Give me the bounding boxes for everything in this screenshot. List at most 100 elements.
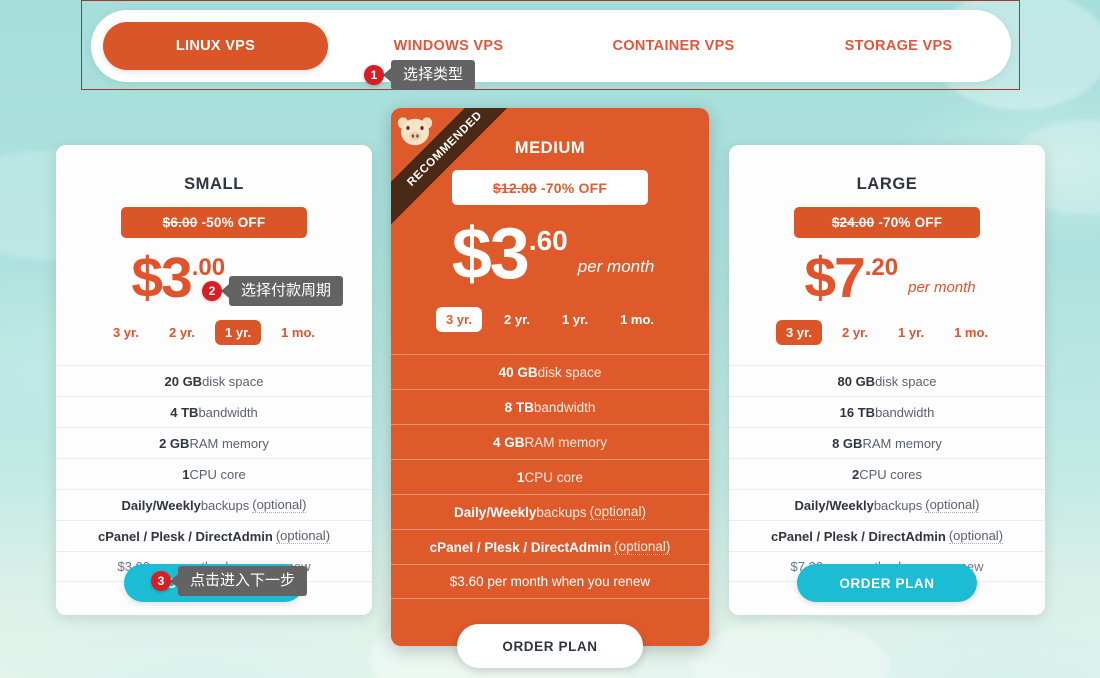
feature-value: Daily/Weekly	[121, 497, 201, 513]
feature-row: 40 GB disk space	[391, 354, 709, 389]
feature-value: 4 TB	[170, 404, 199, 420]
old-price: $24.00	[831, 215, 875, 230]
plan-card-medium: RECOMMENDED MEDIUM $12.00 -70% OFF $3 .6…	[391, 108, 709, 668]
plan-title-small: SMALL	[184, 175, 244, 193]
discount-banner-medium: $12.00 -70% OFF	[452, 170, 648, 205]
feature-row: Daily/Weekly backups (optional)	[56, 489, 372, 520]
feature-row: cPanel / Plesk / DirectAdmin (optional)	[391, 529, 709, 564]
feature-value: 16 TB	[839, 404, 876, 420]
order-plan-button-large[interactable]: ORDER PLAN	[797, 564, 977, 602]
old-price: $6.00	[162, 215, 198, 230]
price-period-label: per month	[235, 279, 303, 296]
feature-list-medium: 40 GB disk space 8 TB bandwidth 4 GB RAM…	[391, 354, 709, 600]
feature-list-large: 80 GB disk space 16 TB bandwidth 8 GB RA…	[729, 365, 1045, 583]
optional-tag[interactable]: (optional)	[252, 497, 307, 514]
feature-label: RAM memory	[862, 435, 942, 451]
feature-label: disk space	[875, 373, 937, 389]
feature-label: backups	[536, 504, 587, 520]
feature-row: 4 TB bandwidth	[56, 396, 372, 427]
feature-row: 1 CPU core	[56, 458, 372, 489]
old-price: $12.00	[492, 179, 537, 196]
term-option-2yr[interactable]: 2 yr.	[159, 320, 205, 345]
feature-value: 8 GB	[832, 435, 863, 451]
feature-value: cPanel / Plesk / DirectAdmin	[429, 539, 612, 555]
feature-value: 1	[182, 466, 190, 482]
feature-value: 1	[516, 469, 525, 485]
tab-label: CONTAINER VPS	[612, 37, 735, 54]
discount-banner-small: $6.00 -50% OFF	[121, 207, 307, 238]
price-period-label: per month	[577, 257, 655, 276]
tab-label: STORAGE VPS	[844, 37, 953, 54]
feature-label: CPU core	[524, 469, 584, 485]
feature-label: CPU cores	[859, 466, 923, 482]
feature-label: RAM memory	[524, 434, 608, 450]
tab-storage-vps[interactable]: STORAGE VPS	[786, 39, 1011, 54]
feature-row: 8 TB bandwidth	[391, 389, 709, 424]
term-option-3yr[interactable]: 3 yr.	[103, 320, 149, 345]
feature-label: bandwidth	[198, 404, 258, 420]
feature-row: 2 CPU cores	[729, 458, 1045, 489]
renew-price-row: $3.60 per month when you renew	[391, 564, 709, 600]
price-period-label: per month	[908, 279, 976, 296]
price-cents: .00	[191, 254, 226, 281]
feature-value: Daily/Weekly	[794, 497, 874, 513]
feature-value: 2 GB	[159, 435, 190, 451]
feature-label: backups	[200, 497, 250, 513]
feature-value: 2	[851, 466, 860, 482]
plan-title-medium: MEDIUM	[514, 139, 586, 157]
term-option-1mo[interactable]: 1 mo.	[944, 320, 998, 345]
feature-label: bandwidth	[533, 399, 596, 415]
term-option-1yr[interactable]: 1 yr.	[552, 307, 598, 332]
term-option-2yr[interactable]: 2 yr.	[832, 320, 878, 345]
feature-row: 80 GB disk space	[729, 365, 1045, 396]
tab-label: WINDOWS VPS	[393, 37, 504, 54]
tab-label: LINUX VPS	[175, 37, 256, 54]
billing-terms-large: 3 yr. 2 yr. 1 yr. 1 mo.	[729, 320, 1045, 346]
tab-container-vps[interactable]: CONTAINER VPS	[561, 39, 786, 54]
feature-value: Daily/Weekly	[454, 504, 537, 520]
feature-label: CPU core	[189, 466, 246, 482]
optional-tag[interactable]: (optional)	[948, 528, 1004, 545]
price-amount: $3	[451, 214, 530, 294]
feature-label: disk space	[202, 373, 264, 389]
feature-label: backups	[873, 497, 923, 513]
term-option-1yr[interactable]: 1 yr.	[215, 320, 262, 346]
feature-row: 4 GB RAM memory	[391, 424, 709, 459]
term-option-1mo[interactable]: 1 mo.	[271, 320, 325, 345]
feature-row: Daily/Weekly backups (optional)	[729, 489, 1045, 520]
billing-terms-small: 3 yr. 2 yr. 1 yr. 1 mo.	[56, 320, 372, 346]
feature-value: 80 GB	[837, 373, 876, 389]
optional-tag[interactable]: (optional)	[589, 504, 646, 521]
term-option-1yr[interactable]: 1 yr.	[888, 320, 934, 345]
term-option-2yr[interactable]: 2 yr.	[494, 307, 540, 332]
feature-row: 1 CPU core	[391, 459, 709, 494]
order-plan-button-small[interactable]: ORDER PLAN	[124, 564, 304, 602]
plan-card-small: SMALL $6.00 -50% OFF $3 .00 per month 3 …	[56, 145, 372, 615]
order-plan-button-medium[interactable]: ORDER PLAN	[457, 624, 643, 668]
feature-row: 20 GB disk space	[56, 365, 372, 396]
feature-label: bandwidth	[875, 404, 935, 420]
billing-terms-medium: 3 yr. 2 yr. 1 yr. 1 mo.	[391, 307, 709, 333]
feature-row: cPanel / Plesk / DirectAdmin (optional)	[729, 520, 1045, 551]
price-cents: .60	[528, 225, 568, 256]
term-option-3yr[interactable]: 3 yr.	[775, 320, 822, 346]
term-option-1mo[interactable]: 1 mo.	[610, 307, 664, 332]
plan-card-large: LARGE $24.00 -70% OFF $7 .20 per month 3…	[729, 145, 1045, 615]
pig-mascot-icon	[397, 117, 433, 146]
tab-linux-vps[interactable]: LINUX VPS	[103, 21, 328, 71]
pricing-page: LINUX VPS WINDOWS VPS CONTAINER VPS STOR…	[0, 0, 1100, 678]
discount-percent: -50% OFF	[201, 215, 266, 230]
feature-row: cPanel / Plesk / DirectAdmin (optional)	[56, 520, 372, 551]
feature-label: disk space	[537, 364, 602, 380]
vps-type-tabbar: LINUX VPS WINDOWS VPS CONTAINER VPS STOR…	[91, 10, 1011, 82]
term-option-3yr[interactable]: 3 yr.	[435, 307, 482, 333]
tab-windows-vps[interactable]: WINDOWS VPS	[336, 39, 561, 54]
optional-tag[interactable]: (optional)	[275, 528, 331, 545]
feature-value: cPanel / Plesk / DirectAdmin	[770, 528, 946, 544]
discount-banner-large: $24.00 -70% OFF	[794, 207, 980, 238]
feature-row: Daily/Weekly backups (optional)	[391, 494, 709, 529]
optional-tag[interactable]: (optional)	[614, 539, 671, 556]
feature-value: cPanel / Plesk / DirectAdmin	[97, 528, 273, 544]
optional-tag[interactable]: (optional)	[925, 497, 980, 514]
feature-row: 8 GB RAM memory	[729, 427, 1045, 458]
